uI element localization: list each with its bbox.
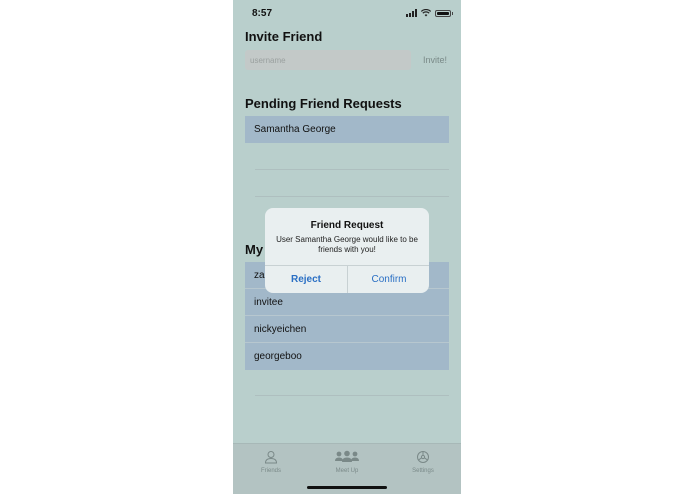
username-input[interactable] (245, 50, 411, 70)
home-indicator (307, 486, 387, 489)
alert-message: User Samantha George would like to be fr… (276, 235, 418, 254)
tab-label: Friends (260, 468, 281, 474)
invite-button[interactable]: Invite! (423, 55, 447, 65)
friend-row[interactable]: invitee (245, 289, 449, 316)
alert-title: Friend Request (310, 220, 384, 231)
tab-label: Settings (412, 468, 434, 474)
friend-row[interactable]: nickyeichen (245, 316, 449, 343)
list-divider (255, 196, 449, 197)
friend-request-alert: Friend Request User Samantha George woul… (265, 208, 429, 293)
status-icons (406, 9, 453, 17)
list-divider (255, 395, 449, 396)
tab-meet-up[interactable]: Meet Up (317, 448, 377, 474)
tab-settings[interactable]: Settings (393, 448, 453, 474)
group-icon (335, 450, 359, 462)
my-friends-heading: My (245, 242, 264, 257)
phone-screen: 8:57 Invite Friend Invite! Pending Frien… (233, 0, 461, 494)
pending-request-row[interactable]: Samantha George (245, 116, 449, 143)
battery-icon (435, 9, 453, 17)
status-bar: 8:57 (233, 0, 461, 26)
status-time: 8:57 (252, 8, 273, 19)
friend-row[interactable]: georgeboo (245, 343, 449, 370)
reject-button[interactable]: Reject (265, 266, 347, 293)
wifi-icon (421, 9, 431, 17)
settings-icon (417, 451, 429, 463)
list-divider (255, 169, 449, 170)
confirm-button[interactable]: Confirm (348, 266, 429, 293)
signal-icon (406, 9, 417, 17)
tab-label: Meet Up (335, 468, 359, 474)
pending-requests-heading: Pending Friend Requests (245, 96, 402, 111)
tab-friends[interactable]: Friends (241, 448, 301, 474)
person-icon (264, 451, 278, 464)
invite-friend-heading: Invite Friend (245, 29, 323, 44)
